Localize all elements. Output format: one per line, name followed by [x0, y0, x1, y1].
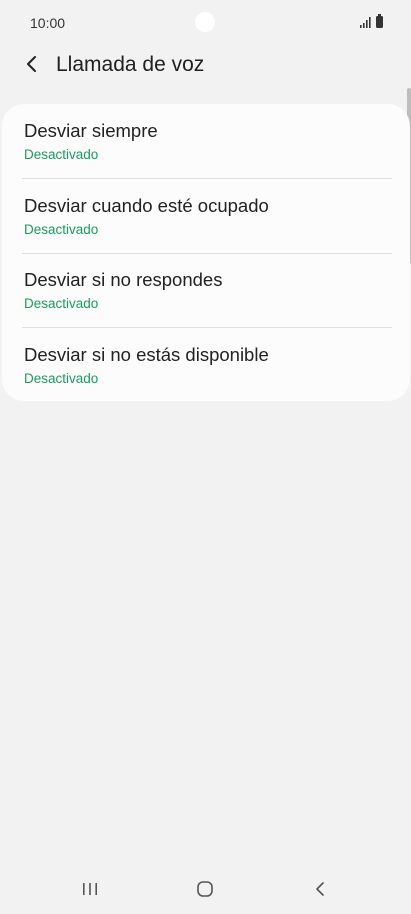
status-time: 10:00 — [30, 15, 66, 31]
list-item-status: Desactivado — [24, 147, 99, 162]
list-item-status: Desactivado — [24, 296, 99, 311]
navigation-bar — [0, 864, 411, 914]
camera-cutout — [195, 12, 215, 32]
list-item-title: Desviar siempre — [24, 120, 158, 141]
list-item-status: Desactivado — [24, 222, 99, 237]
app-header: Llamada de voz — [0, 44, 411, 88]
list-item-status: Desactivado — [24, 371, 99, 386]
list-item-forward-unavailable[interactable]: Desviar si no estás disponible Desactiva… — [22, 328, 394, 402]
call-forwarding-list: Desviar siempre Desactivado Desviar cuan… — [2, 104, 410, 401]
list-item-always-forward[interactable]: Desviar siempre Desactivado — [22, 104, 394, 178]
status-icons — [360, 14, 383, 28]
list-item-forward-no-answer[interactable]: Desviar si no respondes Desactivado — [22, 253, 394, 327]
chevron-left-icon — [27, 56, 36, 72]
battery-icon — [376, 14, 383, 28]
home-button[interactable] — [192, 876, 218, 902]
list-item-title: Desviar cuando esté ocupado — [24, 195, 269, 216]
back-button[interactable] — [20, 52, 44, 76]
nav-back-button[interactable] — [307, 876, 333, 902]
status-bar: 10:00 — [0, 0, 411, 44]
home-icon — [197, 881, 213, 897]
signal-icon — [360, 17, 371, 28]
list-item-title: Desviar si no respondes — [24, 269, 223, 290]
back-icon — [316, 882, 324, 896]
list-item-forward-when-busy[interactable]: Desviar cuando esté ocupado Desactivado — [22, 179, 394, 253]
recents-button[interactable] — [77, 876, 103, 902]
recent-apps-icon — [83, 883, 97, 895]
page-title: Llamada de voz — [56, 53, 205, 76]
list-item-title: Desviar si no estás disponible — [24, 344, 269, 365]
